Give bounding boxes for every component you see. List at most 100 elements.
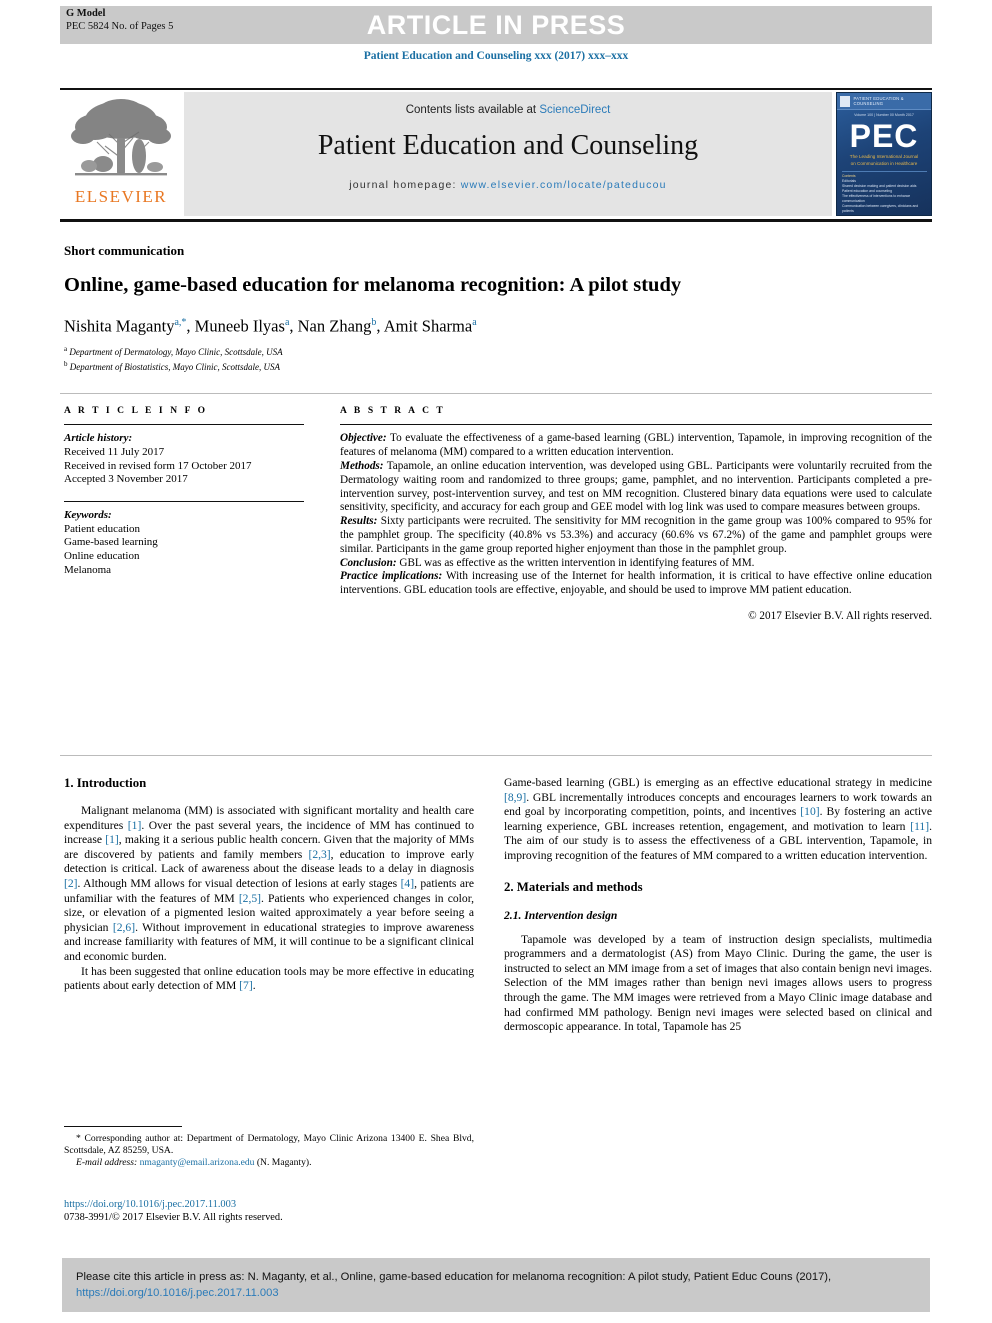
- cover-top-bar: PATIENT EDUCATION & COUNSELING: [837, 93, 931, 110]
- journal-reference-line: Patient Education and Counseling xxx (20…: [363, 50, 629, 62]
- cover-pec-letters: PEC: [849, 118, 919, 154]
- doi-link[interactable]: https://doi.org/10.1016/j.pec.2017.11.00…: [64, 1198, 474, 1211]
- abstract-rule: [340, 424, 932, 426]
- heading-intervention-design: 2.1. Intervention design: [504, 908, 618, 922]
- abstract-copyright: © 2017 Elsevier B.V. All rights reserved…: [748, 609, 932, 622]
- cite-doi-link[interactable]: https://doi.org/10.1016/j.pec.2017.11.00…: [76, 1287, 279, 1299]
- abstract-methods-label: Methods:: [340, 459, 384, 472]
- article-section-type: Short communication: [64, 243, 185, 258]
- sciencedirect-link[interactable]: ScienceDirect: [539, 104, 610, 116]
- keyword-item: Game-based learning: [64, 536, 158, 549]
- methods-paragraph-1: Tapamole was developed by a team of inst…: [504, 932, 932, 1034]
- citation-ref[interactable]: [1]: [128, 819, 142, 832]
- email-line: E-mail address: nmaganty@email.arizona.e…: [64, 1157, 474, 1169]
- elsevier-logo: ELSEVIER: [62, 94, 180, 214]
- info-top-divider: [60, 393, 932, 394]
- cover-tagline-2: on Communication in Healthcare: [850, 161, 918, 166]
- cite-text-main: Please cite this article in press as: N.…: [76, 1271, 832, 1283]
- homepage-label: journal homepage:: [349, 179, 461, 191]
- cover-tagline-1: The Leading International Journal: [849, 154, 919, 159]
- intro-paragraph-1: Malignant melanoma (MM) is associated wi…: [64, 804, 474, 965]
- heading-introduction: 1. Introduction: [64, 776, 147, 790]
- abstract-heading: A B S T R A C T: [340, 406, 446, 416]
- body-column-left: 1. Introduction Malignant melanoma (MM) …: [64, 776, 474, 994]
- email-link[interactable]: nmaganty@email.arizona.edu: [140, 1157, 255, 1168]
- homepage-url-link[interactable]: www.elsevier.com/locate/pateducou: [461, 179, 667, 191]
- citation-ref[interactable]: [11]: [910, 820, 929, 833]
- cover-list-item: Communication between caregivers, clinic…: [842, 204, 919, 213]
- affiliation-a: a Department of Dermatology, Mayo Clinic…: [64, 345, 283, 357]
- abstract-bottom-divider: [60, 755, 932, 756]
- pec-page-code: PEC 5824 No. of Pages 5: [66, 20, 174, 32]
- email-owner: (N. Maganty).: [254, 1157, 312, 1168]
- abstract-methods-text: Tapamole, an online education interventi…: [340, 459, 932, 514]
- elsevier-tree-icon: [71, 99, 171, 176]
- abstract-results: Results: Sixty participants were recruit…: [340, 515, 932, 556]
- citation-ref[interactable]: [10]: [800, 805, 819, 818]
- article-history-block: Article history: Received 11 July 2017 R…: [64, 432, 304, 486]
- citation-ref[interactable]: [2,6]: [113, 921, 135, 934]
- doi-issn-block: https://doi.org/10.1016/j.pec.2017.11.00…: [64, 1198, 474, 1224]
- abstract-conclusion-label: Conclusion:: [340, 556, 397, 569]
- journal-cover-thumbnail: PATIENT EDUCATION & COUNSELING Volume 10…: [836, 92, 932, 216]
- abstract-methods: Methods: Tapamole, an online education i…: [340, 460, 932, 515]
- cover-top-title: PATIENT EDUCATION & COUNSELING: [853, 96, 904, 106]
- abstract-conclusion-text: GBL was as effective as the written inte…: [396, 556, 755, 569]
- cite-this-article-box: Please cite this article in press as: N.…: [62, 1258, 930, 1312]
- citation-ref[interactable]: [8,9]: [504, 791, 526, 804]
- article-page: ARTICLE IN PRESS G Model PEC 5824 No. of…: [0, 0, 992, 1323]
- page-title: Online, game-based education for melanom…: [64, 274, 682, 296]
- cite-text: Please cite this article in press as: N.…: [76, 1269, 916, 1301]
- cover-contents-list: Contents Editorials Shared decision maki…: [842, 171, 927, 214]
- journal-title: Patient Education and Counseling: [317, 130, 699, 161]
- g-model-block: G Model PEC 5824 No. of Pages 5: [66, 8, 173, 33]
- history-item: Received in revised form 17 October 2017: [64, 459, 252, 472]
- journal-masthead: ELSEVIER Contents lists available at Sci…: [60, 88, 932, 218]
- abstract-practice-label: Practice implications:: [340, 570, 443, 583]
- masthead-panel: Contents lists available at ScienceDirec…: [184, 92, 832, 216]
- abstract-column: A B S T R A C T Objective: To evaluate t…: [340, 406, 932, 624]
- affiliation-b: b Department of Biostatistics, Mayo Clin…: [64, 359, 280, 372]
- masthead-bottom-rule: [60, 219, 932, 222]
- affiliation-b-text: Department of Biostatistics, Mayo Clinic…: [69, 361, 280, 372]
- citation-ref[interactable]: [1]: [105, 833, 119, 846]
- cover-logo-square: [840, 95, 851, 107]
- email-label: E-mail address:: [76, 1157, 138, 1168]
- abstract-body: Objective: To evaluate the effectiveness…: [340, 432, 932, 623]
- elsevier-wordmark: ELSEVIER: [74, 187, 168, 206]
- contents-prefix: Contents lists available at: [405, 104, 540, 116]
- abstract-objective-label: Objective:: [340, 432, 387, 445]
- article-info-rule-1: [64, 424, 304, 426]
- article-info-rule-2: [64, 500, 304, 503]
- journal-homepage-line: journal homepage: www.elsevier.com/locat…: [349, 179, 666, 191]
- article-info-column: A R T I C L E I N F O Article history: R…: [64, 406, 304, 577]
- body-column-right: Game-based learning (GBL) is emerging as…: [504, 776, 932, 1035]
- intro-p2-seg-b: .: [252, 979, 256, 993]
- intro-paragraph-2: It has been suggested that online educat…: [64, 965, 474, 994]
- contents-list-line: Contents lists available at ScienceDirec…: [406, 104, 611, 116]
- history-item: Received 11 July 2017: [64, 445, 165, 458]
- citation-ref[interactable]: [2,5]: [239, 892, 261, 905]
- keywords-label: Keywords:: [64, 509, 112, 522]
- history-item: Accepted 3 November 2017: [64, 473, 188, 486]
- citation-ref[interactable]: [4]: [401, 877, 415, 890]
- citation-ref[interactable]: [2]: [64, 877, 78, 890]
- article-info-heading: A R T I C L E I N F O: [64, 406, 208, 416]
- footnote-rule: [64, 1126, 182, 1127]
- abstract-objective: Objective: To evaluate the effectiveness…: [340, 432, 932, 460]
- keyword-item: Online education: [64, 549, 140, 562]
- citation-ref[interactable]: [2,3]: [308, 848, 330, 861]
- article-history-label: Article history:: [64, 432, 133, 445]
- footnote-text: * Corresponding author at: Department of…: [64, 1133, 474, 1169]
- g-model-label: G Model: [66, 8, 106, 19]
- gbl-paragraph: Game-based learning (GBL) is emerging as…: [504, 776, 932, 864]
- citation-ref[interactable]: [7]: [239, 979, 253, 992]
- press-banner-text: ARTICLE IN PRESS: [366, 9, 626, 40]
- abstract-results-label: Results:: [340, 515, 378, 528]
- abstract-objective-text: To evaluate the effectiveness of a game-…: [340, 432, 932, 459]
- abstract-conclusion: Conclusion: GBL was as effective as the …: [340, 557, 932, 571]
- abstract-results-text: Sixty participants were recruited. The s…: [340, 515, 932, 555]
- info-gap: [64, 487, 304, 501]
- heading-materials-and-methods: 2. Materials and methods: [504, 879, 643, 894]
- corresponding-author-footnote: * Corresponding author at: Department of…: [64, 1126, 474, 1169]
